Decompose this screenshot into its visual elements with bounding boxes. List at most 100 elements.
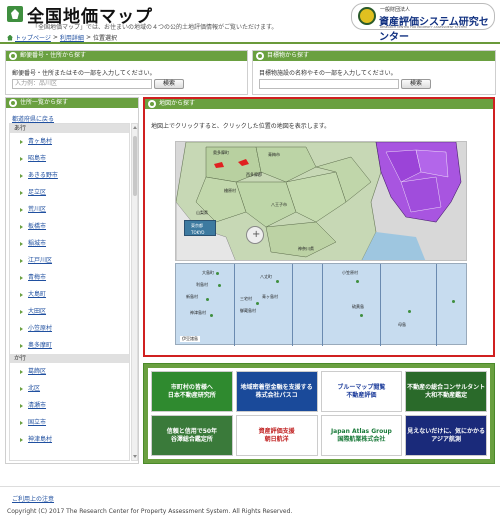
badge-subtitle: 一般財団法人 bbox=[380, 7, 411, 13]
sponsor-banner[interactable]: 市町村の皆様へ 日本不動産研究所 bbox=[151, 371, 233, 412]
address-list-panel: 住所一覧から探す 都道府県に戻る あ行 青ヶ島村 昭島市 あきる野市 足立区 荒… bbox=[5, 97, 139, 464]
map-label: 奥多摩町 bbox=[213, 150, 229, 155]
organization-logo-icon bbox=[358, 7, 376, 25]
pin-icon bbox=[9, 99, 17, 107]
list-scrollbar[interactable] bbox=[131, 123, 138, 461]
list-item[interactable]: 国立市 bbox=[10, 414, 129, 431]
map-label: 檜原村 bbox=[224, 188, 236, 193]
map-label: 西多摩郡 bbox=[246, 172, 262, 177]
list-item[interactable]: 青ヶ島村 bbox=[10, 133, 129, 150]
inset-label: TOKYO bbox=[191, 230, 205, 235]
sponsor-banner[interactable]: 信頼と信用で50年 谷澤総合鑑定所 bbox=[151, 415, 233, 456]
site-logo-icon bbox=[7, 6, 23, 22]
address-search-button[interactable]: 検索 bbox=[154, 79, 184, 89]
breadcrumb-top[interactable]: トップページ bbox=[15, 33, 51, 42]
landmark-panel-desc: 目標物施設の名称やその一部を入力してください。 bbox=[259, 70, 397, 77]
island-marker bbox=[408, 310, 411, 313]
island-label: 三宅村 bbox=[240, 296, 252, 301]
address-search-panel: 郵便番号・住所から探す 郵便番号・住所またはその一部を入力してください。 入力例… bbox=[5, 50, 248, 95]
list-item[interactable]: 足立区 bbox=[10, 184, 129, 201]
landmark-search-panel: 目標物から探す 目標物施設の名称やその一部を入力してください。 検索 bbox=[252, 50, 496, 95]
address-search-input[interactable]: 入力例：品川区 bbox=[12, 79, 152, 89]
landmark-panel-title: 目標物から探す bbox=[253, 51, 495, 61]
island-label: 大島町 bbox=[202, 270, 214, 275]
sponsor-banner[interactable]: Japan Atlas Group 国際航業株式会社 bbox=[320, 415, 403, 456]
header-divider bbox=[0, 42, 500, 44]
list-item[interactable]: 江戸川区 bbox=[10, 252, 129, 269]
island-label: 母島 bbox=[398, 322, 406, 327]
map-panel-title: 地図から探す bbox=[145, 99, 493, 109]
group-header: か行 bbox=[10, 354, 129, 363]
tokyo-inset-map[interactable]: 東京都 TOKYO bbox=[184, 220, 216, 236]
sponsor-banner[interactable]: 見えないだけに、気にかかる アジア航測 bbox=[405, 415, 487, 456]
sponsor-banner[interactable]: 資産評価支援 朝日航洋 bbox=[235, 415, 318, 456]
list-item[interactable]: 奥多摩町 bbox=[10, 337, 129, 354]
island-label: 利島村 bbox=[196, 282, 208, 287]
map-label: 八王子市 bbox=[271, 202, 287, 207]
island-label: 新島村 bbox=[186, 294, 198, 299]
organization-badge[interactable]: 一般財団法人 資産評価システム研究センター RESEARCH CENTER FO… bbox=[351, 3, 495, 43]
map-pan-control[interactable] bbox=[246, 226, 264, 244]
island-label: 御蔵島村 bbox=[240, 308, 256, 313]
banner-grid: 市町村の皆様へ 日本不動産研究所 地域密着型金融を支援する 株式会社パスコ ブルーマ… bbox=[148, 368, 490, 459]
islands-map[interactable]: 伊豆諸島 大島町 利島村 新島村 神津島村 三宅村 御蔵島村 八丈町 青ヶ島村 … bbox=[175, 263, 467, 346]
island-label: 硫黄島 bbox=[352, 304, 364, 309]
sponsor-banners: 市町村の皆様へ 日本不動産研究所 地域密着型金融を支援する 株式会社パスコ ブルーマ… bbox=[143, 363, 495, 464]
home-icon bbox=[7, 34, 13, 41]
island-marker bbox=[356, 280, 359, 283]
pin-icon bbox=[148, 100, 156, 108]
badge-english: RESEARCH CENTER FOR PROPERTY ASSESSMENT … bbox=[380, 25, 467, 29]
sponsor-banner[interactable]: 地域密着型金融を支援する 株式会社パスコ bbox=[235, 371, 318, 412]
island-marker bbox=[210, 314, 213, 317]
list-item[interactable]: あきる野市 bbox=[10, 167, 129, 184]
list-item[interactable]: 大島町 bbox=[10, 286, 129, 303]
island-marker bbox=[256, 302, 259, 305]
address-panel-desc: 郵便番号・住所またはその一部を入力してください。 bbox=[12, 70, 156, 77]
map-label: 青梅市 bbox=[268, 152, 280, 157]
address-panel-title: 郵便番号・住所から探す bbox=[6, 51, 247, 61]
list-item[interactable]: 清瀬市 bbox=[10, 397, 129, 414]
landmark-search-input[interactable] bbox=[259, 79, 399, 89]
back-to-prefectures-link[interactable]: 都道府県に戻る bbox=[12, 114, 54, 123]
map-search-panel: 地図から探す 地図上でクリックすると、クリックした位置の地図を表示します。 奥多… bbox=[143, 97, 495, 357]
list-item[interactable]: 稲城市 bbox=[10, 235, 129, 252]
list-item[interactable]: 板橋市 bbox=[10, 218, 129, 235]
map-label: 山梨県 bbox=[196, 210, 208, 215]
list-item[interactable]: 北区 bbox=[10, 380, 129, 397]
list-item[interactable]: 昭島市 bbox=[10, 150, 129, 167]
landmark-search-button[interactable]: 検索 bbox=[401, 79, 431, 89]
list-item[interactable]: 小笠原村 bbox=[10, 320, 129, 337]
list-panel-title: 住所一覧から探す bbox=[6, 98, 138, 108]
group-header: あ行 bbox=[10, 124, 129, 133]
inset-label: 東京都 bbox=[191, 223, 203, 228]
municipality-list[interactable]: あ行 青ヶ島村 昭島市 あきる野市 足立区 荒川区 板橋市 稲城市 江戸川区 青… bbox=[9, 123, 130, 461]
map-panel-desc: 地図上でクリックすると、クリックした位置の地図を表示します。 bbox=[151, 123, 331, 130]
list-item[interactable]: 神津島村 bbox=[10, 431, 129, 448]
island-marker bbox=[216, 272, 219, 275]
sponsor-banner[interactable]: ブルーマップ閲覧 不動産評価 bbox=[320, 371, 403, 412]
island-marker bbox=[452, 300, 455, 303]
list-item[interactable]: 大田区 bbox=[10, 303, 129, 320]
island-marker bbox=[360, 314, 363, 317]
list-item[interactable]: 葛飾区 bbox=[10, 363, 129, 380]
tokyo-map-svg bbox=[176, 142, 466, 260]
breadcrumb: トップページ > 利用詳細 > 位置選択 bbox=[7, 33, 117, 42]
islands-label: 伊豆諸島 bbox=[180, 336, 200, 342]
island-label: 小笠原村 bbox=[342, 270, 358, 275]
breadcrumb-usage[interactable]: 利用詳細 bbox=[60, 33, 84, 42]
island-label: 八丈町 bbox=[260, 274, 272, 279]
footer-divider bbox=[0, 486, 500, 487]
tokyo-clickable-map[interactable]: 奥多摩町 青梅市 西多摩郡 檜原村 八王子市 山梨県 神奈川県 東京都 TOKY… bbox=[175, 141, 467, 261]
copyright-text: Copyright (C) 2017 The Research Center f… bbox=[7, 508, 293, 515]
site-description: 「全国地価マップ」では、お住まいの地域の４つの公的土地評価情報がご覧いただけます… bbox=[32, 24, 278, 31]
island-marker bbox=[276, 280, 279, 283]
sponsor-banner[interactable]: 不動産の総合コンサルタント 大和不動産鑑定 bbox=[405, 371, 487, 412]
pin-icon bbox=[256, 52, 264, 60]
pin-icon bbox=[9, 52, 17, 60]
island-label: 青ヶ島村 bbox=[262, 294, 278, 299]
terms-of-use-link[interactable]: ご利用上の注意 bbox=[12, 494, 54, 503]
list-item[interactable]: 荒川区 bbox=[10, 201, 129, 218]
island-marker bbox=[218, 284, 221, 287]
list-item[interactable]: 青梅市 bbox=[10, 269, 129, 286]
breadcrumb-current: 位置選択 bbox=[92, 35, 117, 42]
